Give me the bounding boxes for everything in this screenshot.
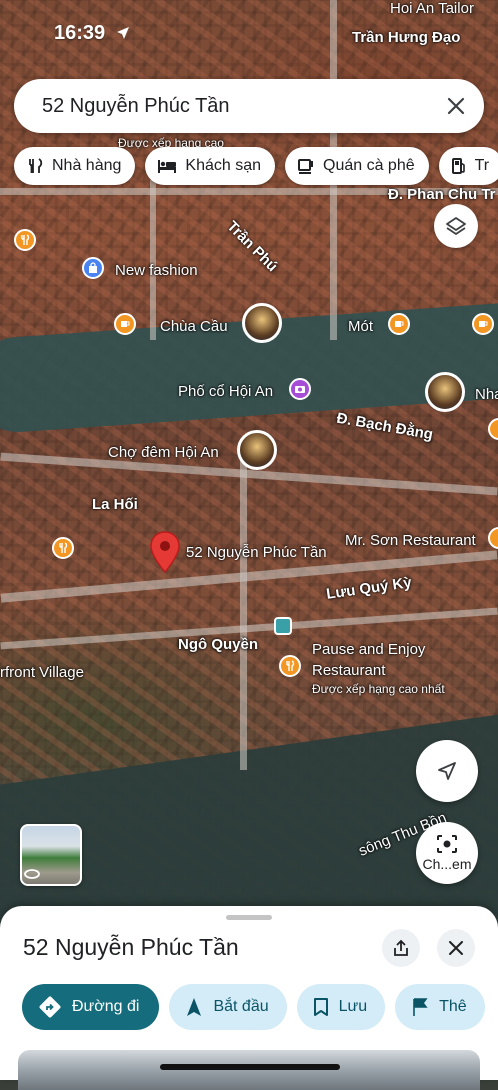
- restaurant-icon: [29, 158, 43, 173]
- start-button[interactable]: Bắt đầu: [169, 984, 287, 1030]
- map-label-pin-address: 52 Nguyễn Phúc Tần: [186, 544, 327, 561]
- map-label-rating: Được xếp hạng cao nhất: [312, 682, 445, 696]
- map-label-street: Trần Hưng Đạo: [352, 29, 461, 46]
- map-label-riverfront[interactable]: rfront Village: [0, 664, 84, 681]
- chip-label: Khách sạn: [185, 157, 261, 174]
- place-bottom-sheet[interactable]: 52 Nguyễn Phúc Tần Đường đi Bắt đầu Lưu …: [0, 906, 498, 1090]
- add-label-button[interactable]: Thê: [395, 984, 485, 1030]
- chip-gas[interactable]: Tr: [438, 147, 498, 185]
- map-label-mr-son[interactable]: Mr. Sơn Restaurant: [345, 532, 476, 549]
- cafe-poi-icon[interactable]: [388, 313, 410, 335]
- road: [240, 440, 247, 770]
- map-label-street: La Hối: [92, 496, 138, 513]
- directions-label: Đường đi: [72, 998, 140, 1015]
- chip-coffee[interactable]: Quán cà phê: [285, 147, 429, 185]
- status-time: 16:39: [54, 22, 106, 44]
- my-location-button[interactable]: [416, 740, 478, 802]
- home-indicator[interactable]: [160, 1064, 340, 1070]
- drag-handle[interactable]: [226, 915, 272, 920]
- layers-button[interactable]: [434, 204, 478, 248]
- gas-station-icon: [451, 158, 465, 174]
- map-label-chua-cau[interactable]: Chùa Cầu: [160, 318, 228, 335]
- chip-label: Nhà hàng: [52, 157, 122, 174]
- camera-lens-icon: [437, 835, 457, 853]
- share-icon: [394, 939, 408, 956]
- chip-label: Tr: [474, 157, 490, 174]
- chip-hotels[interactable]: Khách sạn: [145, 147, 275, 185]
- navigation-icon: [438, 762, 456, 780]
- shopping-poi-icon[interactable]: [82, 257, 104, 279]
- bookmark-icon: [313, 998, 328, 1016]
- category-chips: Nhà hàng Khách sạn Quán cà phê Tr: [14, 147, 498, 185]
- cafe-poi-icon[interactable]: [472, 313, 494, 335]
- search-bar[interactable]: 52 Nguyễn Phúc Tần: [14, 79, 484, 133]
- restaurant-poi-icon[interactable]: [279, 655, 301, 677]
- street-view-rotate-icon: [24, 869, 40, 879]
- map-label-pause-enjoy-2[interactable]: Restaurant: [312, 662, 385, 679]
- location-pin-icon[interactable]: [148, 530, 182, 574]
- place-title: 52 Nguyễn Phúc Tần: [23, 934, 239, 960]
- add-label-label: Thê: [439, 998, 467, 1015]
- bus-stop-icon[interactable]: [274, 617, 292, 635]
- start-label: Bắt đầu: [213, 998, 269, 1015]
- location-arrow-icon: [117, 27, 129, 39]
- search-query[interactable]: 52 Nguyễn Phúc Tần: [42, 95, 436, 118]
- navigation-arrow-icon: [187, 998, 202, 1016]
- map-label-mot[interactable]: Mót: [348, 318, 373, 335]
- nha-photo-pin[interactable]: [425, 372, 465, 412]
- coffee-icon: [298, 159, 313, 174]
- map-label-hoi-an-tailor[interactable]: Hoi An Tailor: [390, 0, 474, 17]
- cafe-poi-icon[interactable]: [114, 313, 136, 335]
- map-label-street: Đ. Phan Chu Tr: [388, 186, 496, 203]
- map-label-cho-dem[interactable]: Chợ đêm Hội An: [108, 444, 219, 461]
- road: [150, 180, 156, 340]
- flag-icon: [413, 998, 428, 1016]
- map-label-new-fashion[interactable]: New fashion: [115, 262, 198, 279]
- chip-label: Quán cà phê: [323, 157, 415, 174]
- save-button[interactable]: Lưu: [296, 984, 386, 1030]
- chip-restaurants[interactable]: Nhà hàng: [14, 147, 136, 185]
- map-label-nha[interactable]: Nha: [475, 386, 498, 403]
- lens-label: Ch...em: [422, 856, 472, 872]
- share-button[interactable]: [382, 929, 420, 967]
- directions-icon: [39, 996, 61, 1018]
- close-icon: [449, 941, 463, 955]
- layers-icon: [446, 217, 466, 235]
- hotel-icon: [158, 160, 177, 173]
- directions-button[interactable]: Đường đi: [22, 984, 160, 1030]
- save-label: Lưu: [338, 998, 368, 1015]
- restaurant-poi-icon[interactable]: [14, 229, 36, 251]
- cho-dem-photo-pin[interactable]: [237, 430, 277, 470]
- lens-search-button[interactable]: Ch...em: [416, 822, 478, 884]
- close-sheet-button[interactable]: [437, 929, 475, 967]
- map-label-pause-enjoy[interactable]: Pause and Enjoy: [312, 641, 425, 658]
- map-label-pho-co[interactable]: Phố cổ Hội An: [178, 383, 273, 400]
- close-icon: [447, 97, 465, 115]
- map-label-street: Ngô Quyền: [178, 636, 259, 653]
- restaurant-poi-icon[interactable]: [52, 537, 74, 559]
- camera-poi-icon[interactable]: [289, 378, 311, 400]
- action-buttons: Đường đi Bắt đầu Lưu Thê: [22, 984, 485, 1030]
- place-photo-preview[interactable]: [18, 1050, 480, 1090]
- chua-cau-photo-pin[interactable]: [242, 303, 282, 343]
- clear-search-button[interactable]: [436, 86, 476, 126]
